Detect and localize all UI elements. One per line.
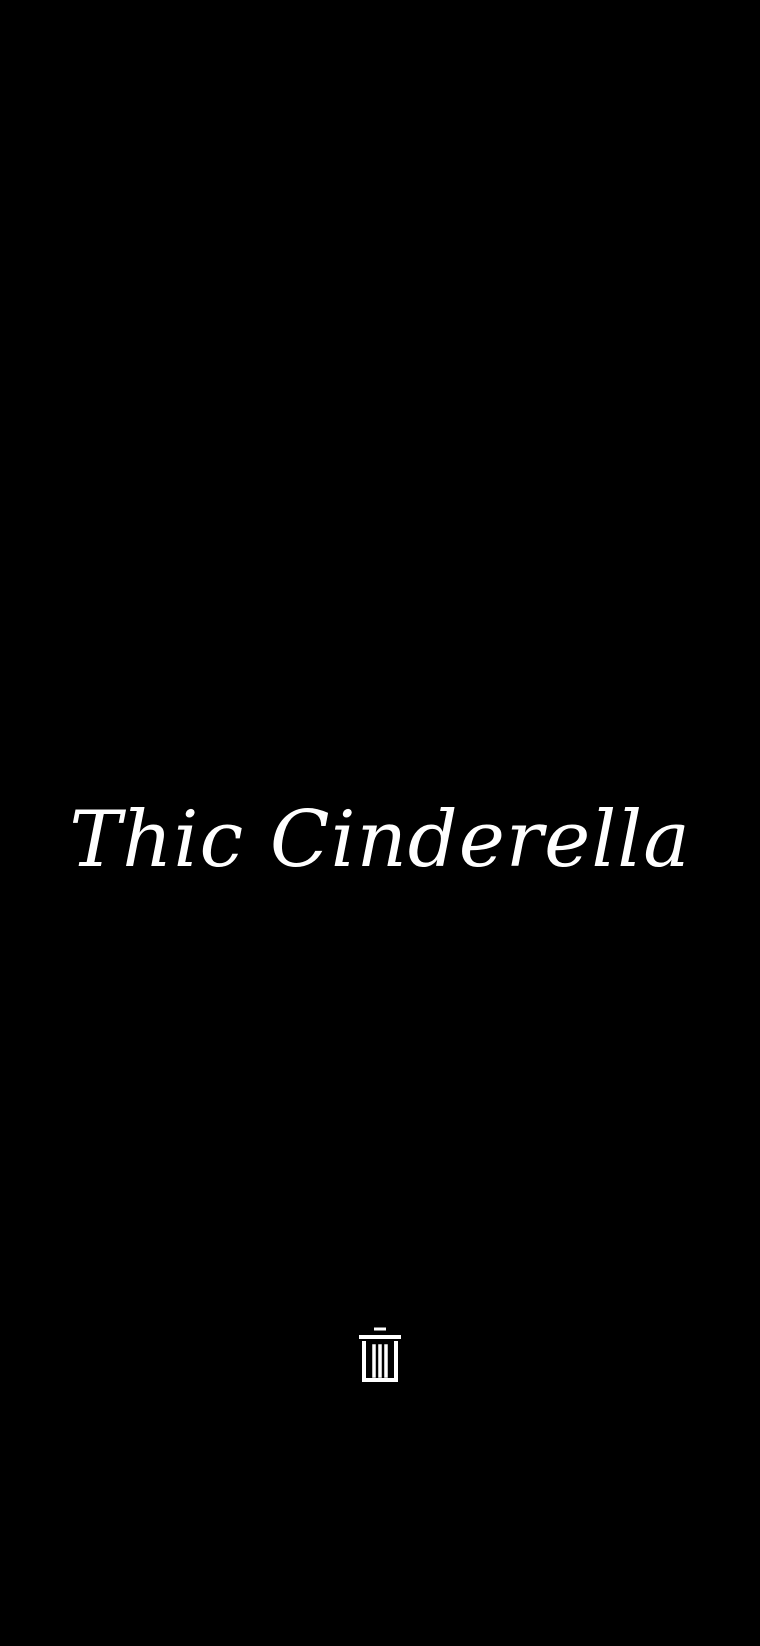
delete-button[interactable] bbox=[351, 1322, 409, 1388]
trash-icon bbox=[357, 1326, 403, 1384]
story-editor-canvas: Thic Cinderella bbox=[0, 0, 760, 1646]
caption-text[interactable]: Thic Cinderella bbox=[0, 770, 760, 910]
